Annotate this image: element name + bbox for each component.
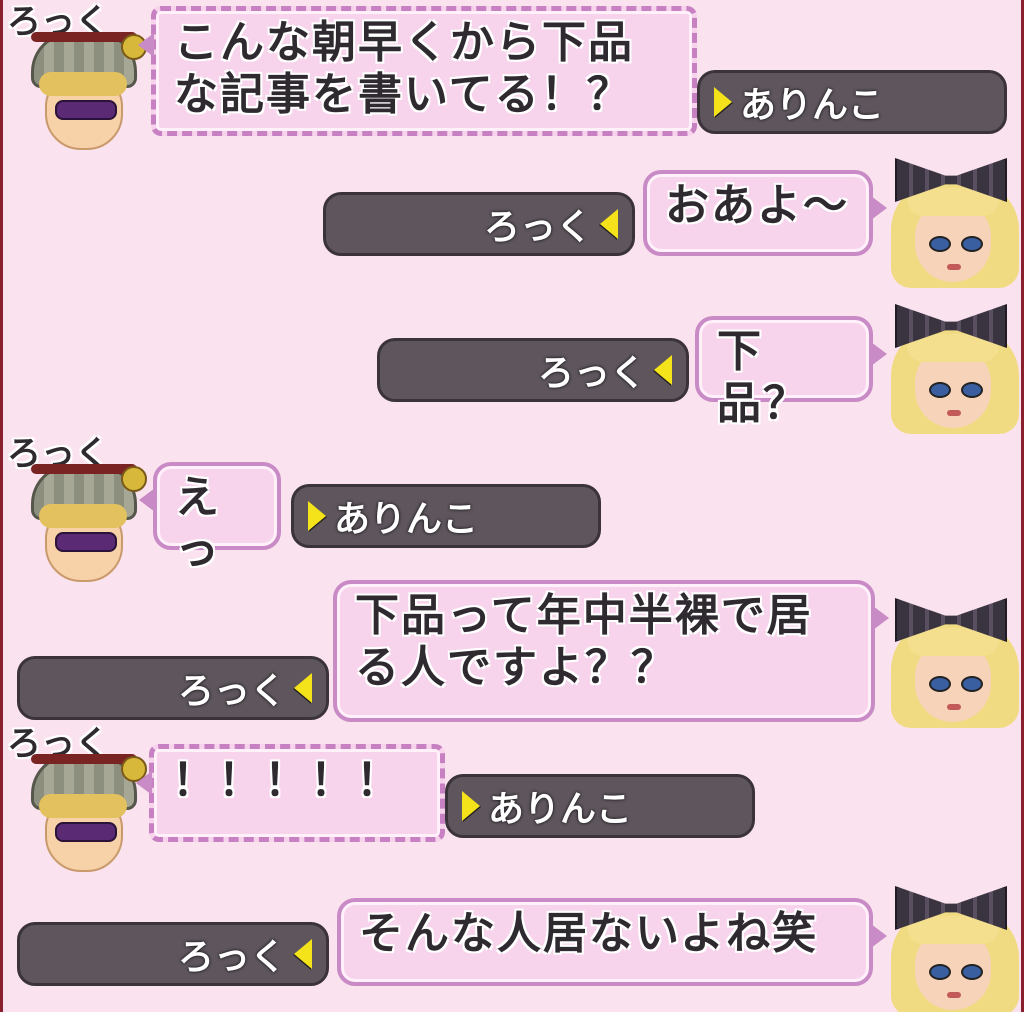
- rokku-avatar: [13, 446, 147, 586]
- yellow-triangle-left-icon: [294, 939, 312, 969]
- speaker-namebar: ろっく: [17, 922, 329, 986]
- message-bubble: えっ: [139, 462, 281, 575]
- speaker-namebar: ありんこ: [291, 484, 601, 548]
- namebar-label: ろっく: [537, 353, 646, 394]
- message-bubble: おあよ〜: [643, 170, 887, 256]
- sunglasses-icon: [55, 100, 117, 120]
- sunglasses-icon: [55, 822, 117, 842]
- speaker-namebar: ありんこ: [697, 70, 1007, 134]
- speaker-namebar: ありんこ: [445, 774, 755, 838]
- message-bubble: 下品って年中半裸で居 る人ですよ？？: [333, 580, 889, 722]
- message-bubble: そんな人居ないよね笑: [337, 898, 887, 986]
- message-bubble: こんな朝早くから下品 な記事を書いてる！？: [138, 6, 697, 136]
- namebar-label: ろっく: [177, 937, 286, 978]
- rokku-avatar: [13, 736, 147, 876]
- message-bubble: ！！！！！: [136, 744, 445, 842]
- arinko-avatar: [889, 878, 1019, 1012]
- namebar-label: ありんこ: [334, 499, 479, 540]
- speaker-namebar: ろっく: [377, 338, 689, 402]
- namebar-label: ろっく: [177, 671, 286, 712]
- speaker-namebar: ろっく: [323, 192, 635, 256]
- yellow-triangle-right-icon: [462, 791, 480, 821]
- sunglasses-icon: [55, 532, 117, 552]
- yellow-triangle-right-icon: [308, 501, 326, 531]
- yellow-triangle-left-icon: [294, 673, 312, 703]
- namebar-label: ありんこ: [488, 789, 633, 830]
- namebar-label: ろっく: [483, 207, 592, 248]
- arinko-avatar: [889, 590, 1019, 730]
- arinko-avatar: [889, 150, 1019, 290]
- namebar-label: ありんこ: [740, 85, 885, 126]
- yellow-triangle-right-icon: [714, 87, 732, 117]
- message-bubble: 下品？: [695, 316, 887, 429]
- chat-log: ろっく こんな朝早くから下品 な記事を書いてる！？ ありんこ ろっく おあよ〜 …: [0, 0, 1024, 1012]
- yellow-triangle-left-icon: [654, 355, 672, 385]
- arinko-avatar: [889, 296, 1019, 436]
- speaker-namebar: ろっく: [17, 656, 329, 720]
- rokku-avatar: [13, 14, 147, 154]
- yellow-triangle-left-icon: [600, 209, 618, 239]
